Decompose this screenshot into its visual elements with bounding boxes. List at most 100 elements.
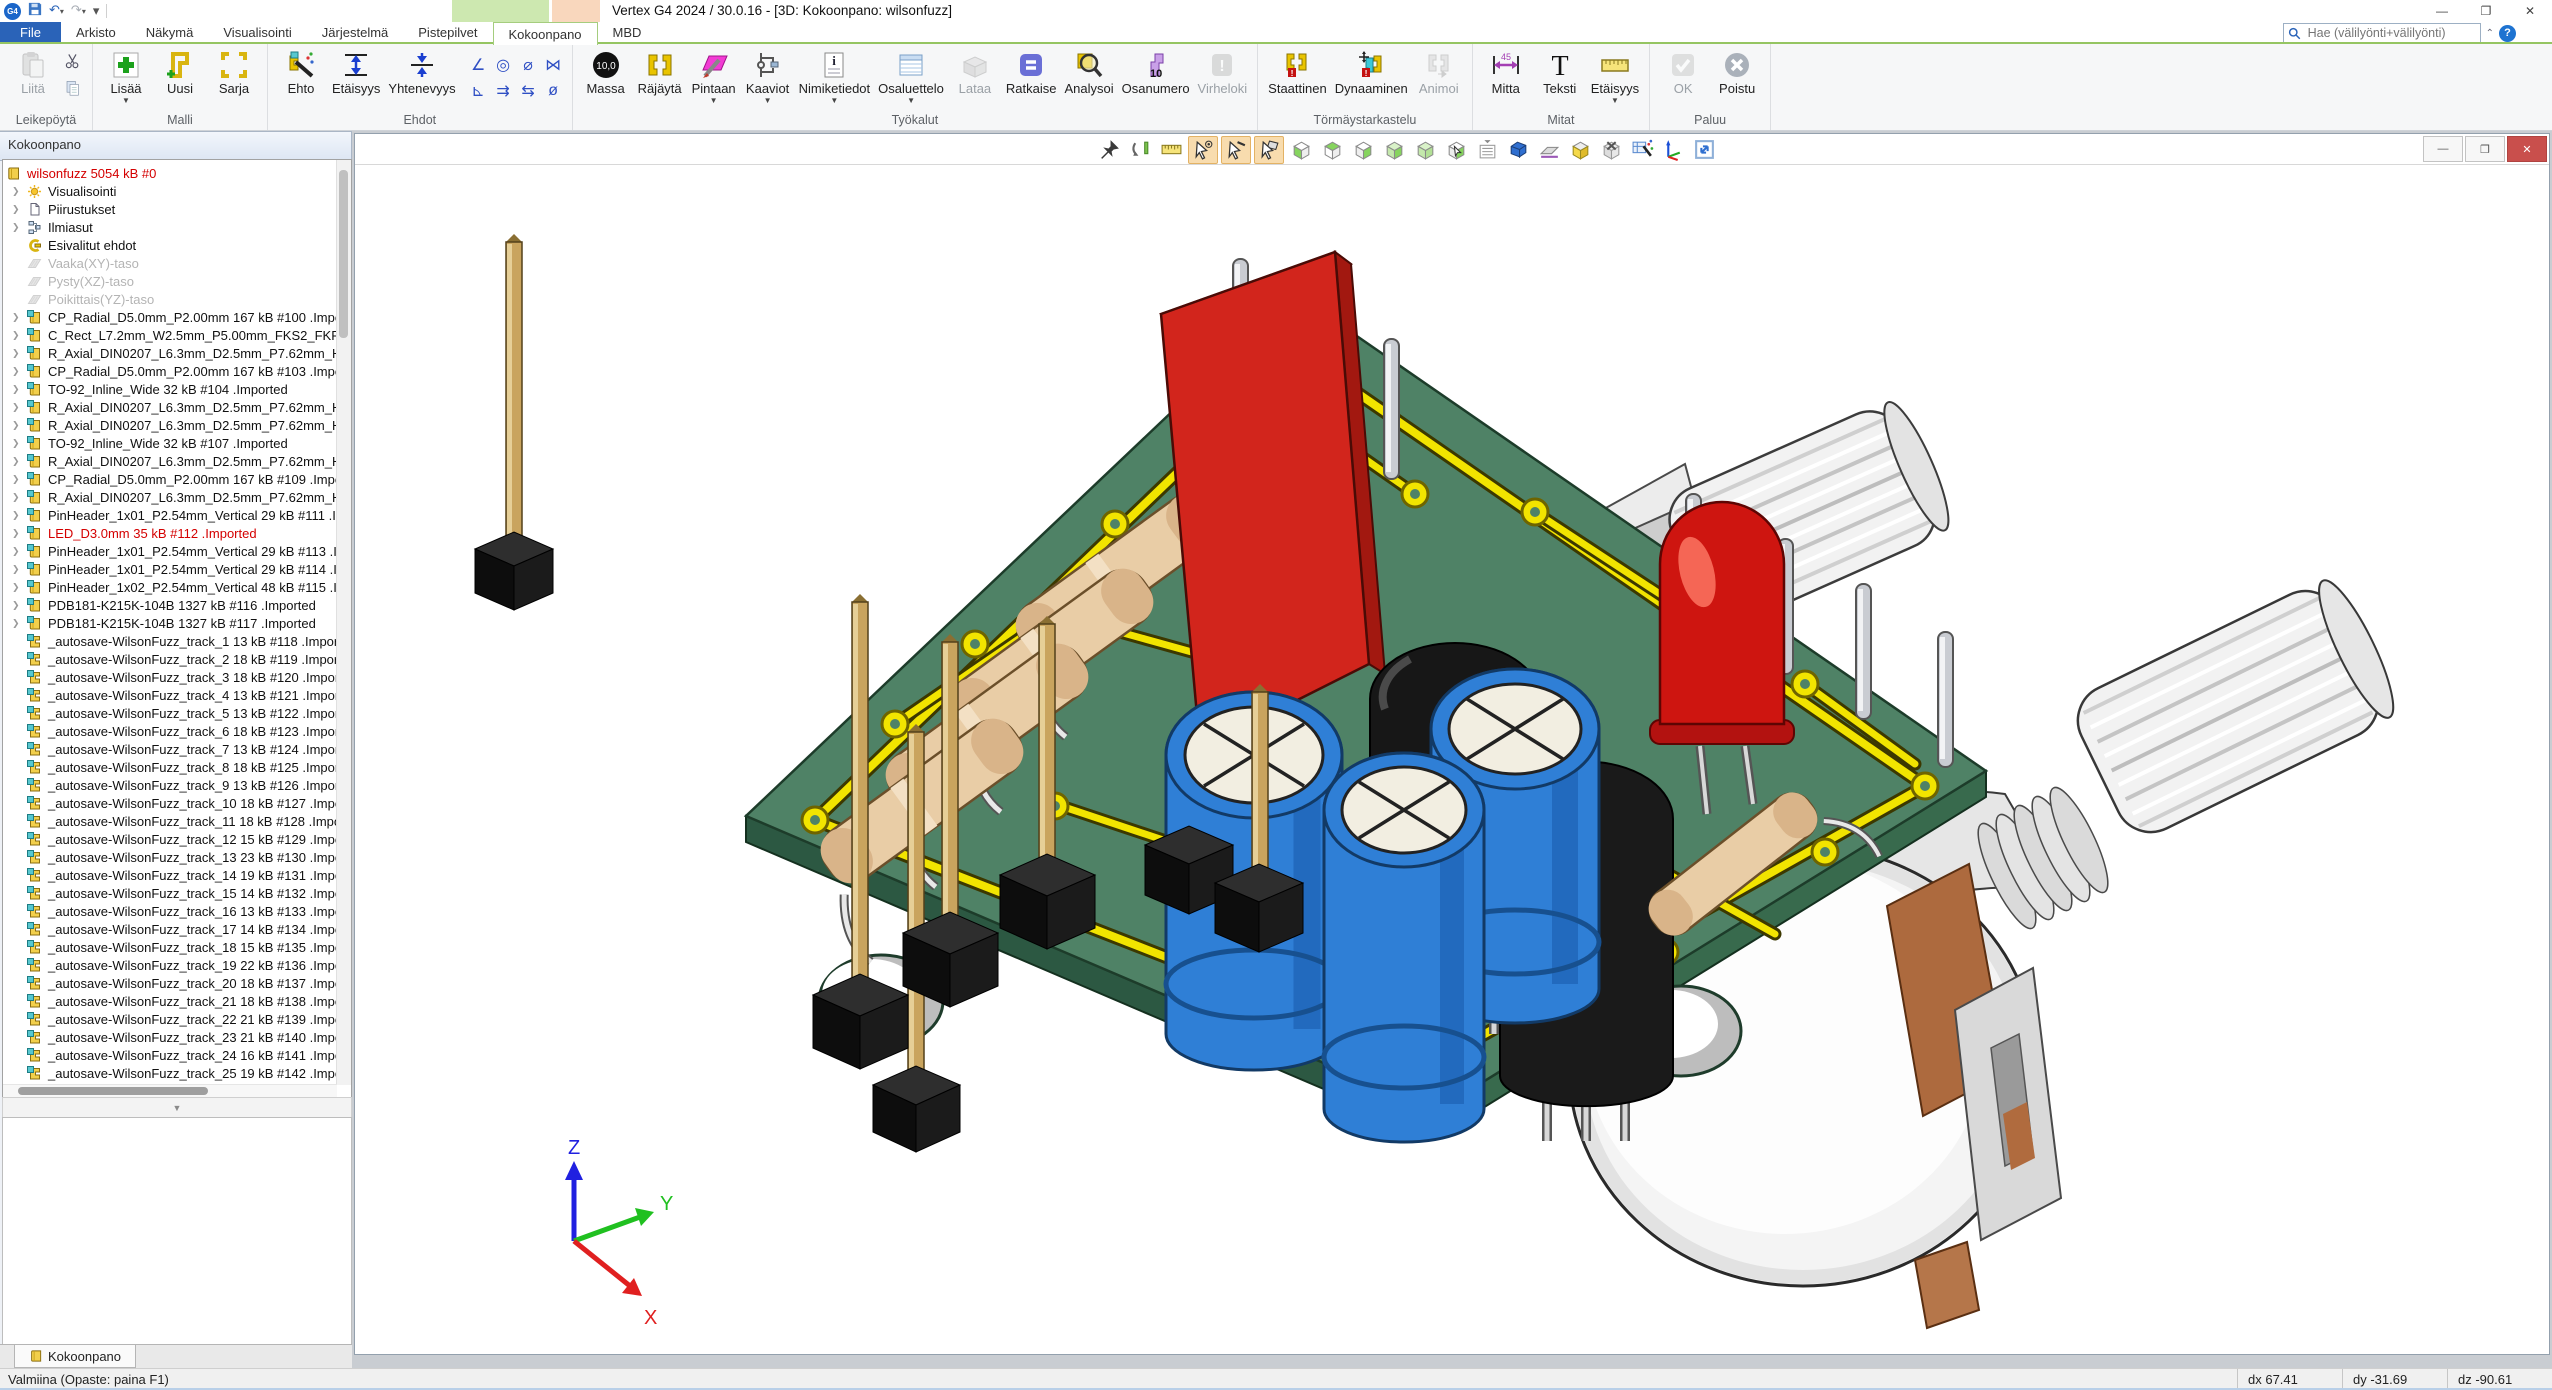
tree-item[interactable]: Vaaka(XY)-taso (3, 254, 337, 272)
menu-tab-arkisto[interactable]: Arkisto (61, 22, 131, 42)
uusi-button[interactable]: Uusi (153, 47, 207, 107)
viewport-close-button[interactable]: ✕ (2507, 136, 2547, 162)
mitta-button[interactable]: 45Mitta (1479, 47, 1533, 107)
expand-chevron-icon[interactable]: ❯ (3, 312, 27, 323)
tree-item[interactable]: _autosave-WilsonFuzz_track_11 18 kB #128… (3, 812, 337, 830)
tree-item[interactable]: ❯CP_Radial_D5.0mm_P2.00mm 167 kB #109 .I… (3, 470, 337, 488)
no-tangent-constraint-button[interactable]: ø (541, 78, 566, 104)
tree-item[interactable]: _autosave-WilsonFuzz_track_23 21 kB #140… (3, 1028, 337, 1046)
tree-item[interactable]: _autosave-WilsonFuzz_track_15 14 kB #132… (3, 884, 337, 902)
tree-item[interactable]: _autosave-WilsonFuzz_track_1 13 kB #118 … (3, 632, 337, 650)
parallel-constraint-button[interactable]: ⇆ (516, 78, 541, 104)
angle-constraint-button[interactable]: ∠ (466, 52, 491, 78)
minimize-button[interactable]: — (2420, 0, 2464, 22)
tree-item[interactable]: ❯PinHeader_1x01_P2.54mm_Vertical 29 kB #… (3, 560, 337, 578)
tree-item[interactable]: ❯PDB181-K215K-104B 1327 kB #117 .Importe… (3, 614, 337, 632)
staattinen-button[interactable]: !Staattinen (1264, 47, 1331, 107)
viewport-tool-select-face-icon[interactable] (1254, 136, 1284, 164)
viewport-tool-cube-right-icon[interactable] (1380, 136, 1408, 162)
expand-chevron-icon[interactable]: ❯ (3, 582, 27, 593)
viewport-restore-button[interactable]: ❐ (2465, 136, 2505, 162)
viewport-tool-pin-icon[interactable] (1095, 136, 1123, 162)
tree-item[interactable]: wilsonfuzz 5054 kB #0 (3, 164, 337, 182)
menu-tab-näkymä[interactable]: Näkymä (131, 22, 209, 42)
tree-item[interactable]: _autosave-WilsonFuzz_track_13 23 kB #130… (3, 848, 337, 866)
sarja-button[interactable]: Sarja (207, 47, 261, 107)
tree-item[interactable]: ❯TO-92_Inline_Wide 32 kB #104 .Imported (3, 380, 337, 398)
viewport-tool-solid-icon[interactable] (1504, 136, 1532, 162)
kaaviot-dropdown-arrow-icon[interactable]: ▼ (764, 97, 772, 106)
tree-item[interactable]: ❯PinHeader_1x01_P2.54mm_Vertical 29 kB #… (3, 506, 337, 524)
customize-quick-access-icon[interactable]: ▾ (93, 2, 100, 20)
viewport-tool-cube-top-icon[interactable] (1318, 136, 1346, 162)
yhtenevyys-button[interactable]: Yhtenevyys (384, 47, 459, 107)
expand-chevron-icon[interactable]: ❯ (3, 348, 27, 359)
tree-item[interactable]: ❯TO-92_Inline_Wide 32 kB #107 .Imported (3, 434, 337, 452)
lataa-button[interactable]: Lataa (948, 47, 1002, 107)
tree-item[interactable]: ❯CP_Radial_D5.0mm_P2.00mm 167 kB #103 .I… (3, 362, 337, 380)
tree-item[interactable]: _autosave-WilsonFuzz_track_8 18 kB #125 … (3, 758, 337, 776)
expand-chevron-icon[interactable]: ❯ (3, 564, 27, 575)
search-box[interactable] (2283, 23, 2481, 43)
liita-button[interactable]: Liitä (6, 47, 60, 107)
tree-item[interactable]: ❯PDB181-K215K-104B 1327 kB #116 .Importe… (3, 596, 337, 614)
expand-chevron-icon[interactable]: ❯ (3, 528, 27, 539)
copy-button[interactable] (62, 77, 84, 99)
nimiketiedot-button[interactable]: iNimiketiedot▼ (795, 47, 875, 107)
viewport-tool-cube-iso-icon[interactable] (1411, 136, 1439, 162)
tree-item[interactable]: _autosave-WilsonFuzz_track_6 18 kB #123 … (3, 722, 337, 740)
tree-item[interactable]: _autosave-WilsonFuzz_track_17 14 kB #134… (3, 920, 337, 938)
menu-tab-file[interactable]: File (0, 22, 61, 42)
tree-item[interactable]: _autosave-WilsonFuzz_track_12 15 kB #129… (3, 830, 337, 848)
tree-item[interactable]: _autosave-WilsonFuzz_track_22 21 kB #139… (3, 1010, 337, 1028)
tree-item[interactable]: _autosave-WilsonFuzz_track_14 19 kB #131… (3, 866, 337, 884)
tree-item[interactable]: _autosave-WilsonFuzz_track_19 22 kB #136… (3, 956, 337, 974)
symmetry-constraint-button[interactable]: ⋈ (541, 52, 566, 78)
osaluettelo-dropdown-arrow-icon[interactable]: ▼ (907, 97, 915, 106)
tree-item[interactable]: ❯R_Axial_DIN0207_L6.3mm_D2.5mm_P7.62mm_H… (3, 398, 337, 416)
tree-item[interactable]: ❯R_Axial_DIN0207_L6.3mm_D2.5mm_P7.62mm_H… (3, 452, 337, 470)
ok-button[interactable]: OK (1656, 47, 1710, 107)
expand-chevron-icon[interactable]: ❯ (3, 420, 27, 431)
perpendicular-constraint-button[interactable]: ⊾ (466, 78, 491, 104)
tree-horizontal-scrollbar[interactable] (3, 1084, 337, 1098)
tree-item[interactable]: ❯R_Axial_DIN0207_L6.3mm_D2.5mm_P7.62mm_H… (3, 488, 337, 506)
viewport-tool-box-yellow-icon[interactable] (1566, 136, 1594, 162)
tree-item[interactable]: _autosave-WilsonFuzz_track_16 13 kB #133… (3, 902, 337, 920)
viewport-tool-cube-front-icon[interactable] (1287, 136, 1315, 162)
restore-button[interactable]: ❐ (2464, 0, 2508, 22)
lisaa-button[interactable]: Lisää▼ (99, 47, 153, 107)
tree-vertical-scrollbar[interactable] (336, 160, 351, 1085)
tree-item[interactable]: _autosave-WilsonFuzz_track_5 13 kB #122 … (3, 704, 337, 722)
rajayta-button[interactable]: Räjäytä (633, 47, 687, 107)
expand-chevron-icon[interactable]: ❯ (3, 366, 27, 377)
close-button[interactable]: ✕ (2508, 0, 2552, 22)
tree-item[interactable]: _autosave-WilsonFuzz_track_25 19 kB #142… (3, 1064, 337, 1082)
menu-tab-visualisointi[interactable]: Visualisointi (208, 22, 306, 42)
kaaviot-button[interactable]: Kaaviot▼ (741, 47, 795, 107)
tree-item[interactable]: _autosave-WilsonFuzz_track_24 16 kB #141… (3, 1046, 337, 1064)
pintaan-button[interactable]: Pintaan▼ (687, 47, 741, 107)
viewport-tool-select-point-icon[interactable] (1188, 136, 1218, 164)
viewport-tool-fit-icon[interactable] (1690, 136, 1718, 162)
expand-chevron-icon[interactable]: ❯ (3, 204, 27, 215)
etaisyys_mitta-button[interactable]: Etäisyys▼ (1587, 47, 1643, 107)
animoi-button[interactable]: Animoi (1412, 47, 1466, 107)
massa-button[interactable]: 10,0Massa (579, 47, 633, 107)
electrolytic-capacitor-2[interactable] (1324, 753, 1484, 1142)
tree-item[interactable]: _autosave-WilsonFuzz_track_9 13 kB #126 … (3, 776, 337, 794)
analysoi-button[interactable]: Analysoi (1060, 47, 1117, 107)
panel-splitter[interactable]: ▼ (2, 1097, 352, 1119)
viewport-tool-ruler-icon[interactable] (1157, 136, 1185, 162)
app-logo-icon[interactable]: G4 (4, 3, 21, 20)
tree-item[interactable]: ❯Visualisointi (3, 182, 337, 200)
tree-item[interactable]: _autosave-WilsonFuzz_track_20 18 kB #137… (3, 974, 337, 992)
expand-chevron-icon[interactable]: ❯ (3, 402, 27, 413)
tree-item[interactable]: _autosave-WilsonFuzz_track_3 18 kB #120 … (3, 668, 337, 686)
tree-item[interactable]: ❯R_Axial_DIN0207_L6.3mm_D2.5mm_P7.62mm_H… (3, 344, 337, 362)
tree-item[interactable]: _autosave-WilsonFuzz_track_7 13 kB #124 … (3, 740, 337, 758)
tree-item[interactable]: ❯Ilmiasut (3, 218, 337, 236)
expand-chevron-icon[interactable]: ❯ (3, 384, 27, 395)
tree-item[interactable]: ❯R_Axial_DIN0207_L6.3mm_D2.5mm_P7.62mm_H… (3, 416, 337, 434)
expand-chevron-icon[interactable]: ❯ (3, 618, 27, 629)
